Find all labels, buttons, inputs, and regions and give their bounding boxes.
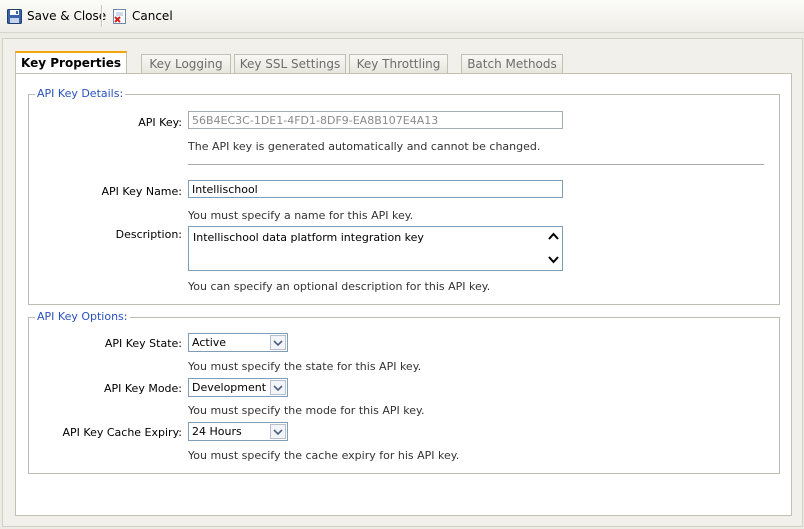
description-field[interactable]: Intellischool data platform integration … (188, 226, 563, 271)
chevron-down-icon[interactable] (270, 424, 286, 439)
api-key-mode-label: API Key Mode: (103, 382, 182, 395)
api-key-options-legend: API Key Options: (35, 310, 130, 323)
toolbar-separator (101, 5, 103, 27)
api-key-cache-expiry-value: 24 Hours (192, 425, 242, 438)
api-key-state-value: Active (192, 336, 227, 349)
api-key-label: API Key: (138, 116, 182, 129)
chevron-down-icon[interactable] (270, 335, 286, 350)
description-label: Description: (115, 228, 182, 241)
scroll-down-icon[interactable] (545, 252, 562, 269)
tab-content: API Key Details: API Key: 56B4EC3C-1DE1-… (15, 73, 792, 516)
api-key-state-select[interactable]: Active (188, 333, 288, 352)
api-key-cache-expiry-select[interactable]: 24 Hours (188, 422, 288, 441)
cancel-label: Cancel (132, 9, 173, 23)
api-key-name-hint: You must specify a name for this API key… (188, 209, 414, 222)
api-key-state-label: API Key State: (104, 337, 182, 350)
toolbar: Save & Close Cancel (0, 0, 804, 33)
tab-batch-methods[interactable]: Batch Methods (461, 54, 563, 74)
chevron-down-icon[interactable] (270, 380, 286, 395)
description-hint: You can specify an optional description … (188, 280, 491, 293)
api-key-cache-expiry-label: API Key Cache Expiry: (62, 426, 182, 439)
tab-key-ssl-settings[interactable]: Key SSL Settings (234, 54, 346, 74)
api-key-state-hint: You must specify the state for this API … (188, 360, 422, 373)
tab-key-logging[interactable]: Key Logging (141, 54, 231, 74)
scroll-up-icon[interactable] (545, 228, 562, 245)
description-text: Intellischool data platform integration … (193, 231, 424, 244)
divider (188, 164, 764, 165)
api-key-mode-hint: You must specify the mode for this API k… (188, 404, 425, 417)
api-key-hint: The API key is generated automatically a… (188, 140, 541, 153)
api-key-cache-expiry-hint: You must specify the cache expiry for hi… (188, 449, 460, 462)
api-key-details-group: API Key Details: API Key: 56B4EC3C-1DE1-… (28, 87, 780, 305)
api-key-options-group: API Key Options: API Key State: Active Y… (28, 310, 780, 474)
api-key-details-legend: API Key Details: (35, 87, 126, 100)
dialog-panel: Key Properties Key Logging Key SSL Setti… (2, 38, 803, 527)
api-key-mode-value: Development (192, 381, 267, 394)
api-key-name-label: API Key Name: (101, 185, 183, 198)
description-scrollbar[interactable] (545, 227, 562, 270)
save-close-label: Save & Close (27, 9, 107, 23)
tab-key-throttling[interactable]: Key Throttling (349, 54, 448, 74)
api-key-name-field[interactable]: Intellischool (188, 180, 563, 198)
api-key-field[interactable]: 56B4EC3C-1DE1-4FD1-8DF9-EA8B107E4A13 (188, 111, 563, 129)
api-key-mode-select[interactable]: Development (188, 378, 288, 397)
save-close-button[interactable]: Save & Close (7, 6, 106, 26)
floppy-disk-icon (7, 8, 22, 24)
cancel-document-icon (112, 8, 127, 24)
cancel-button[interactable]: Cancel (112, 6, 173, 26)
